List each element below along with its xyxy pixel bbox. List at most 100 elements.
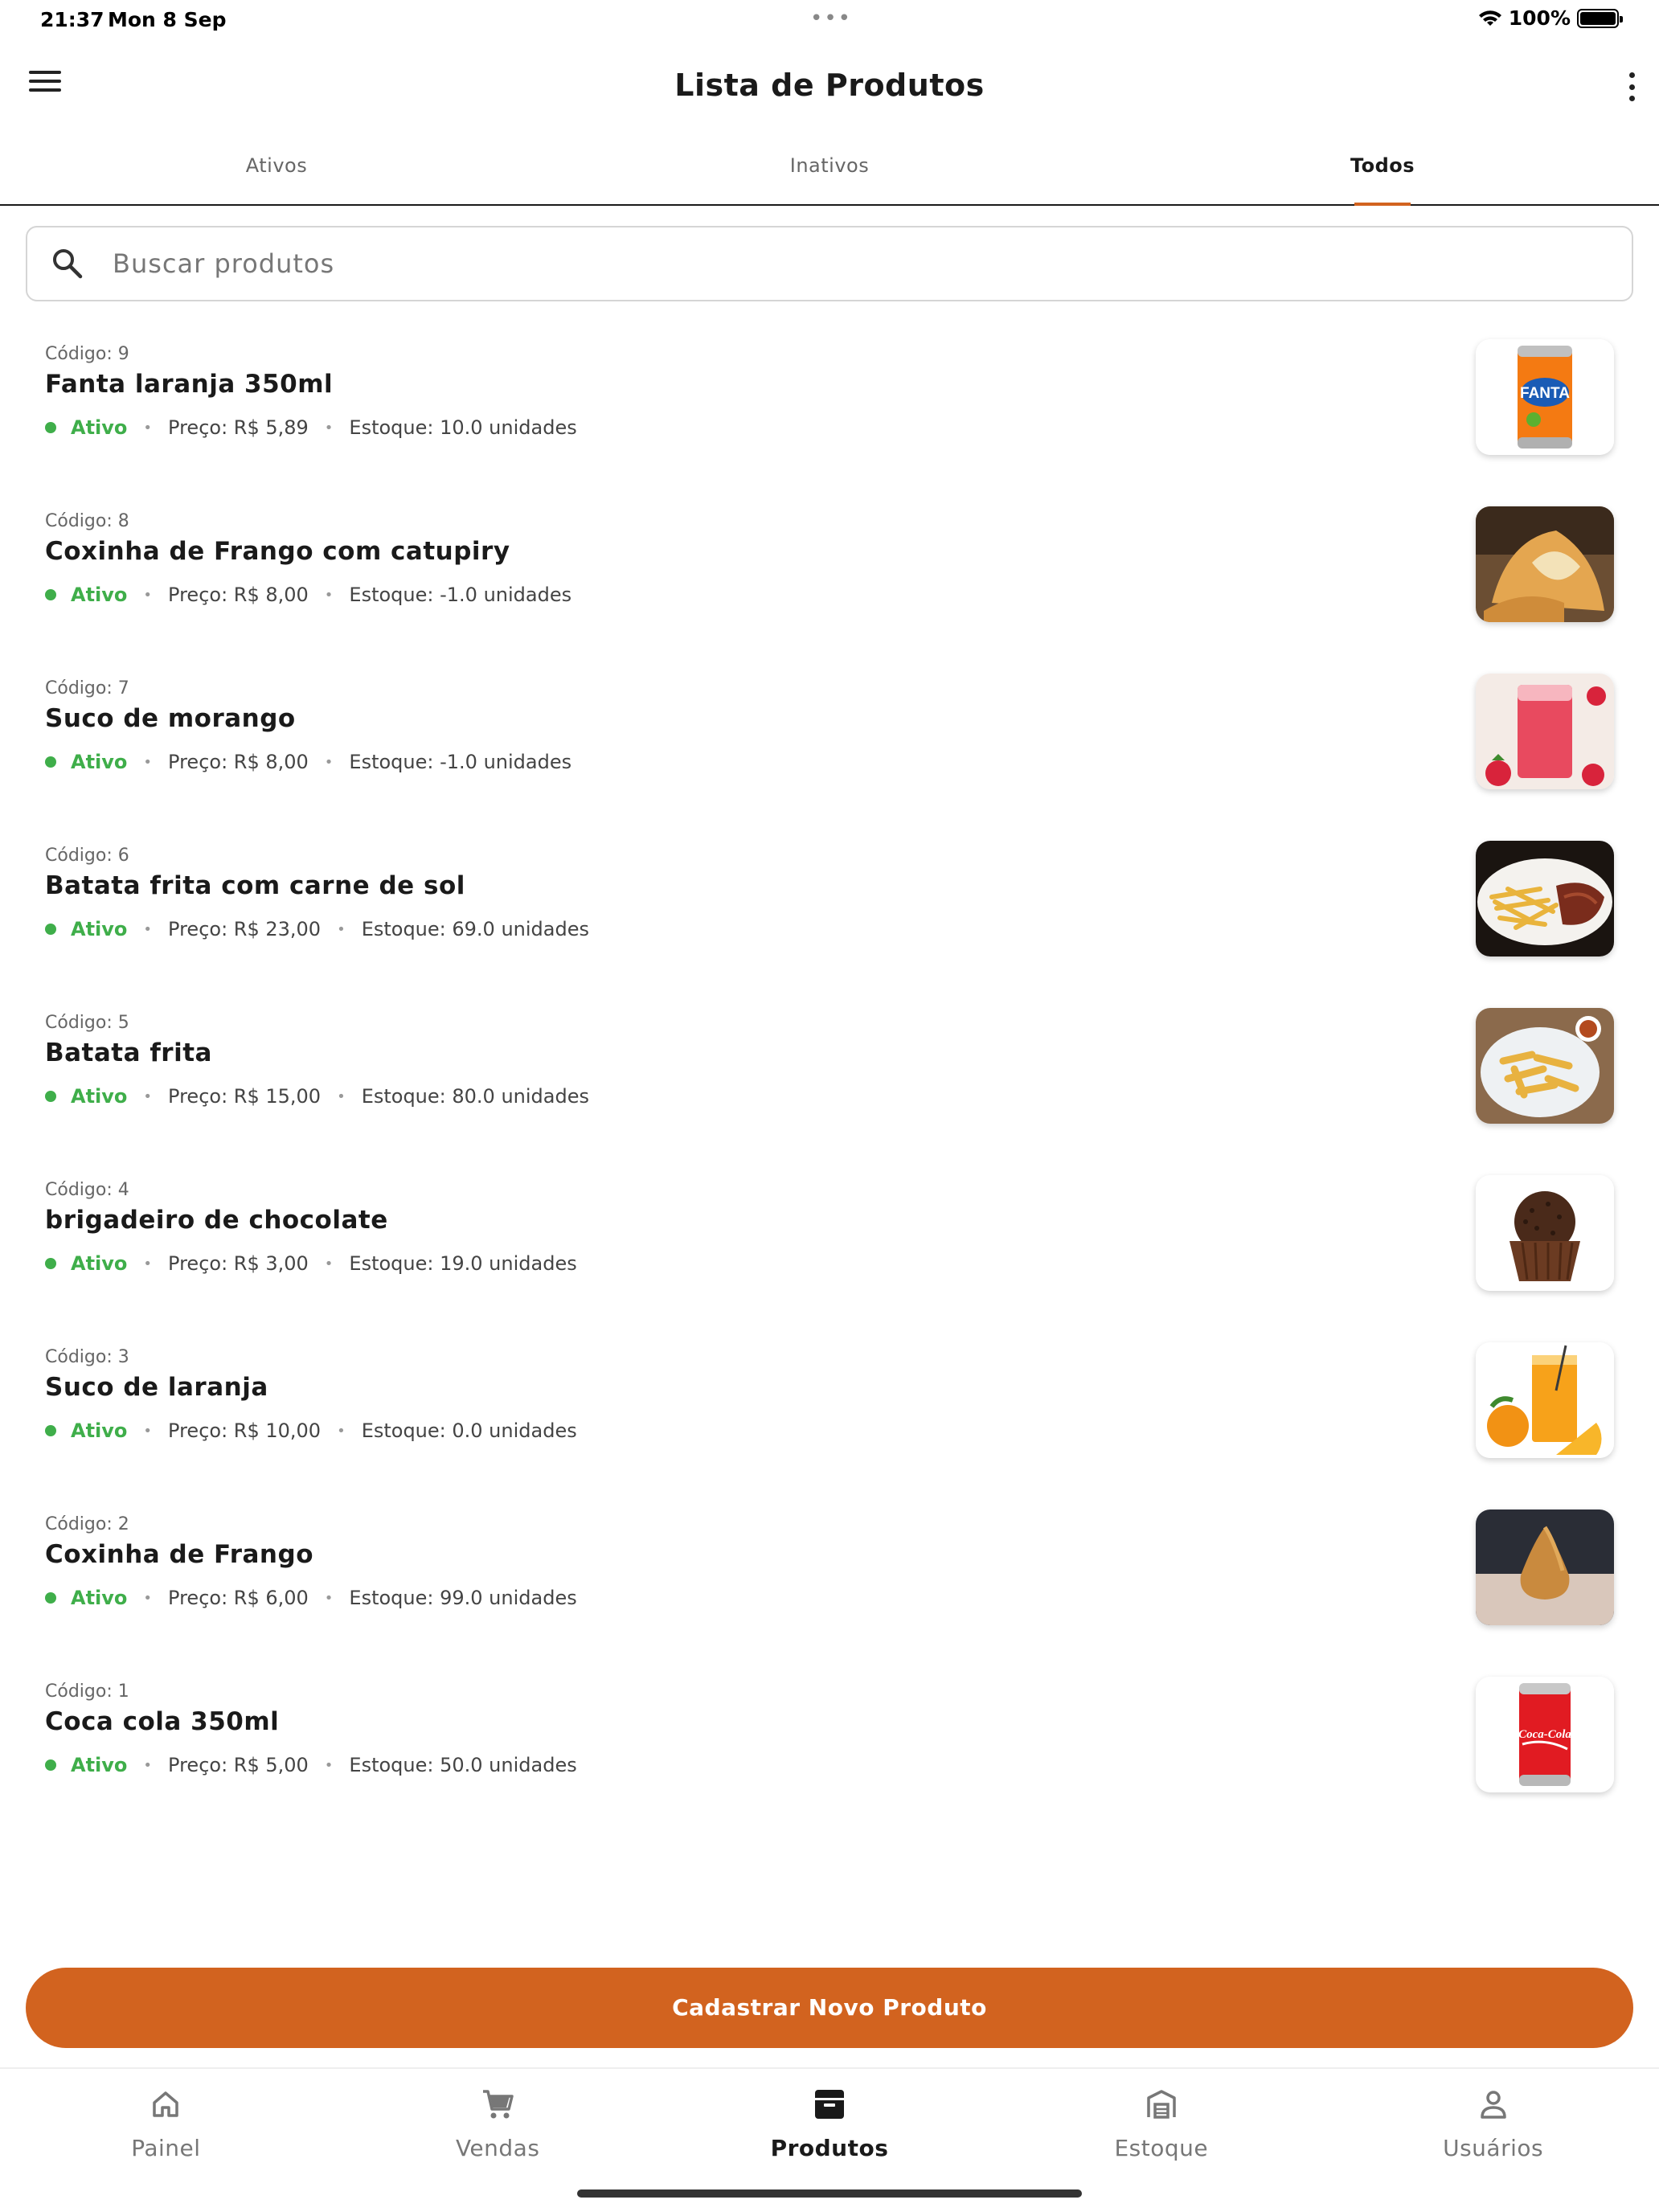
tab-todos[interactable]: Todos xyxy=(1106,135,1659,204)
search-bar xyxy=(26,226,1633,301)
product-item-5[interactable]: Código: 5 Batata frita Ativo • Preço: R$… xyxy=(0,990,1659,1157)
product-meta: Ativo • Preço: R$ 23,00 • Estoque: 69.0 … xyxy=(45,918,589,940)
product-stock: Estoque: 10.0 unidades xyxy=(349,416,577,439)
product-item-9[interactable]: Código: 9 Fanta laranja 350ml Ativo • Pr… xyxy=(0,322,1659,489)
product-price: Preço: R$ 5,00 xyxy=(168,1754,309,1776)
nav-item-usuarios[interactable]: Usuários xyxy=(1327,2069,1659,2212)
product-price: Preço: R$ 3,00 xyxy=(168,1252,309,1275)
status-dot-icon xyxy=(45,1592,56,1604)
tab-inativos[interactable]: Inativos xyxy=(553,135,1106,204)
warehouse-icon xyxy=(1147,2090,1176,2119)
tab-ativos[interactable]: Ativos xyxy=(0,135,553,204)
product-name: Suco de morango xyxy=(45,704,296,733)
status-dot-icon xyxy=(45,589,56,600)
status-time: 21:37 xyxy=(40,8,104,31)
product-item-8[interactable]: Código: 8 Coxinha de Frango com catupiry… xyxy=(0,489,1659,656)
status-badge: Ativo xyxy=(71,416,128,439)
home-icon xyxy=(153,2091,179,2117)
product-meta: Ativo • Preço: R$ 5,00 • Estoque: 50.0 u… xyxy=(45,1754,577,1776)
status-dot-icon xyxy=(45,1759,56,1771)
product-item-6[interactable]: Código: 6 Batata frita com carne de sol … xyxy=(0,823,1659,990)
product-code: Código: 9 xyxy=(45,344,129,364)
product-stock: Estoque: 19.0 unidades xyxy=(349,1252,577,1275)
product-code: Código: 3 xyxy=(45,1347,129,1367)
status-badge: Ativo xyxy=(71,1085,128,1108)
product-code: Código: 8 xyxy=(45,511,129,531)
product-item-1[interactable]: Código: 1 Coca cola 350ml Ativo • Preço:… xyxy=(0,1659,1659,1826)
status-dot-icon xyxy=(45,422,56,433)
product-name: Suco de laranja xyxy=(45,1373,268,1402)
nav-item-painel[interactable]: Painel xyxy=(0,2069,332,2212)
product-name: Coxinha de Frango xyxy=(45,1540,313,1569)
more-options-icon[interactable] xyxy=(1620,72,1643,101)
product-name: Coca cola 350ml xyxy=(45,1707,280,1736)
search-icon xyxy=(53,249,83,279)
status-bar: 21:37 Mon 8 Sep ••• 100% xyxy=(0,0,1659,39)
home-indicator[interactable] xyxy=(577,2189,1082,2198)
product-stock: Estoque: 0.0 unidades xyxy=(361,1419,577,1442)
product-meta: Ativo • Preço: R$ 6,00 • Estoque: 99.0 u… xyxy=(45,1587,577,1609)
fries-with-beef-image xyxy=(1476,841,1614,956)
battery-percentage: 100% xyxy=(1508,6,1571,30)
product-stock: Estoque: 80.0 unidades xyxy=(361,1085,589,1108)
product-code: Código: 1 xyxy=(45,1682,129,1702)
product-meta: Ativo • Preço: R$ 8,00 • Estoque: -1.0 u… xyxy=(45,584,571,606)
user-icon xyxy=(1480,2091,1506,2119)
multitasking-dots-icon[interactable]: ••• xyxy=(810,6,852,31)
product-item-3[interactable]: Código: 3 Suco de laranja Ativo • Preço:… xyxy=(0,1325,1659,1492)
product-name: Fanta laranja 350ml xyxy=(45,370,334,399)
product-stock: Estoque: -1.0 unidades xyxy=(349,751,572,773)
product-price: Preço: R$ 5,89 xyxy=(168,416,309,439)
status-dot-icon xyxy=(45,1091,56,1102)
product-code: Código: 5 xyxy=(45,1013,129,1033)
product-item-4[interactable]: Código: 4 brigadeiro de chocolate Ativo … xyxy=(0,1157,1659,1325)
product-stock: Estoque: -1.0 unidades xyxy=(349,584,572,606)
orange-juice-image xyxy=(1476,1342,1614,1458)
product-meta: Ativo • Preço: R$ 5,89 • Estoque: 10.0 u… xyxy=(45,416,577,439)
product-code: Código: 2 xyxy=(45,1514,129,1534)
product-meta: Ativo • Preço: R$ 3,00 • Estoque: 19.0 u… xyxy=(45,1252,577,1275)
product-price: Preço: R$ 8,00 xyxy=(168,751,309,773)
status-dot-icon xyxy=(45,1258,56,1269)
product-stock: Estoque: 50.0 unidades xyxy=(349,1754,577,1776)
product-code: Código: 7 xyxy=(45,678,129,698)
coxinha-image xyxy=(1476,1509,1614,1625)
status-badge: Ativo xyxy=(71,1754,128,1776)
product-code: Código: 4 xyxy=(45,1180,129,1200)
status-dot-icon xyxy=(45,924,56,935)
nav-label: Estoque xyxy=(1114,2135,1209,2161)
status-date: Mon 8 Sep xyxy=(108,8,227,31)
product-name: Batata frita xyxy=(45,1038,212,1067)
cart-icon xyxy=(483,2090,514,2119)
status-badge: Ativo xyxy=(71,1419,128,1442)
fanta-can-image: FANTA xyxy=(1476,339,1614,455)
product-price: Preço: R$ 10,00 xyxy=(168,1419,322,1442)
app-bar: Lista de Produtos xyxy=(0,48,1659,125)
nav-label: Usuários xyxy=(1443,2135,1544,2161)
product-item-2[interactable]: Código: 2 Coxinha de Frango Ativo • Preç… xyxy=(0,1492,1659,1659)
page-title: Lista de Produtos xyxy=(674,68,985,103)
coca-cola-can-image: Coca-Cola xyxy=(1476,1677,1614,1792)
product-name: brigadeiro de chocolate xyxy=(45,1206,388,1235)
brigadeiro-image xyxy=(1476,1175,1614,1291)
search-input[interactable] xyxy=(113,248,1559,279)
archive-icon xyxy=(814,2090,844,2119)
wifi-icon xyxy=(1478,10,1501,26)
product-meta: Ativo • Preço: R$ 10,00 • Estoque: 0.0 u… xyxy=(45,1419,577,1442)
product-item-7[interactable]: Código: 7 Suco de morango Ativo • Preço:… xyxy=(0,656,1659,823)
nav-label: Vendas xyxy=(455,2135,540,2161)
filter-tabs: Ativos Inativos Todos xyxy=(0,135,1659,206)
product-price: Preço: R$ 15,00 xyxy=(168,1085,322,1108)
product-stock: Estoque: 99.0 unidades xyxy=(349,1587,577,1609)
product-price: Preço: R$ 6,00 xyxy=(168,1587,309,1609)
coca-cola-can-label: Coca-Cola xyxy=(1518,1728,1571,1741)
product-code: Código: 6 xyxy=(45,846,129,866)
add-product-button[interactable]: Cadastrar Novo Produto xyxy=(26,1968,1633,2048)
product-meta: Ativo • Preço: R$ 8,00 • Estoque: -1.0 u… xyxy=(45,751,571,773)
product-price: Preço: R$ 8,00 xyxy=(168,584,309,606)
status-badge: Ativo xyxy=(71,1587,128,1609)
status-dot-icon xyxy=(45,1425,56,1436)
nav-label: Painel xyxy=(131,2135,201,2161)
product-name: Coxinha de Frango com catupiry xyxy=(45,537,510,566)
nav-label: Produtos xyxy=(770,2135,889,2161)
